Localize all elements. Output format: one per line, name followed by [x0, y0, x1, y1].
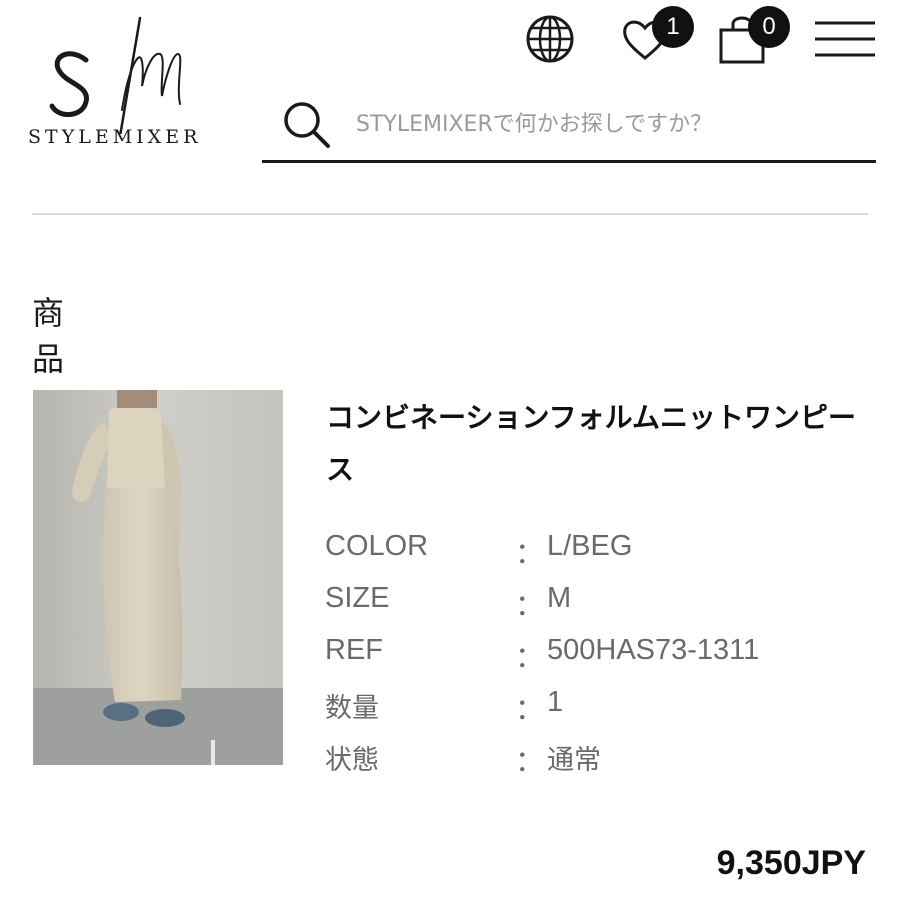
spec-label: REF	[325, 634, 383, 666]
spec-value: 通常	[547, 745, 601, 776]
hamburger-menu-icon[interactable]	[815, 20, 875, 64]
spec-value: L/BEG	[547, 530, 633, 562]
spec-value: 500HAS73-1311	[547, 634, 760, 666]
spec-value: 1	[547, 686, 564, 718]
wishlist-count-badge: 1	[652, 6, 694, 48]
section-title: 商品	[32, 294, 137, 378]
logo-monogram-icon	[49, 16, 182, 134]
product-name[interactable]: コンビネーションフォルムニットワンピース	[326, 392, 866, 496]
logo-wordmark: STYLEMIXER	[28, 126, 202, 148]
wishlist-button[interactable]: 1	[620, 6, 694, 66]
spec-label: 数量	[325, 693, 379, 724]
search-input[interactable]	[356, 104, 856, 144]
cart-button[interactable]: 0	[718, 6, 790, 68]
spec-value: M	[547, 582, 572, 614]
header-divider	[32, 213, 868, 215]
search-icon[interactable]	[282, 100, 332, 154]
stylemixer-logo[interactable]: STYLEMIXER	[28, 14, 208, 164]
spec-label: 状態	[325, 745, 379, 776]
search-bar	[262, 92, 876, 163]
product-price: 9,350JPY	[716, 844, 866, 882]
product-image[interactable]	[33, 390, 283, 765]
spec-label: SIZE	[325, 582, 390, 614]
spec-label: COLOR	[325, 530, 429, 562]
globe-icon[interactable]	[525, 14, 575, 68]
spec-separator: ：	[515, 746, 545, 778]
spec-separator: ：	[515, 694, 545, 726]
cart-count-badge: 0	[748, 6, 790, 48]
spec-separator: ：	[515, 642, 545, 674]
spec-separator: ：	[515, 538, 545, 570]
spec-separator: ：	[515, 590, 545, 622]
